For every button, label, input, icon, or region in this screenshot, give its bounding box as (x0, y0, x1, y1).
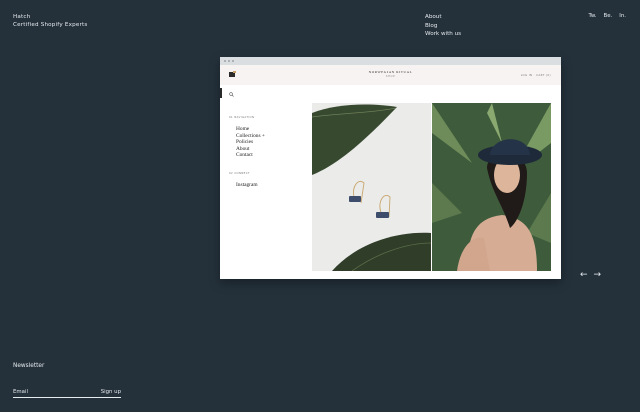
social-links: Tw. Be. In. (589, 13, 627, 19)
social-link-twitter[interactable]: Tw. (589, 13, 597, 19)
sign-up-button[interactable]: Sign up (101, 389, 121, 395)
email-field[interactable] (13, 388, 83, 395)
preview-header: NORWEGIAN RITUAL SHOP LOG IN · CART (0) (220, 65, 561, 85)
preview-menu-contact: Contact (236, 152, 253, 159)
top-nav: About Blog Work with us (425, 13, 461, 39)
model-photo (432, 103, 551, 271)
preview-menu-about: About (236, 145, 250, 152)
nav-item-blog[interactable]: Blog (425, 22, 461, 31)
preview-menu-collections: Collections + (236, 132, 265, 139)
preview-section-navigation-label: 01 NAVIGATION (229, 116, 255, 119)
preview-section-connect-label: 02 CONNECT (229, 172, 250, 175)
newsletter-form: Sign up (13, 386, 121, 398)
preview-menu-home: Home (236, 126, 250, 132)
preview-cart-link: LOG IN · CART (0) (520, 73, 551, 77)
site-preview-window: NORWEGIAN RITUAL SHOP LOG IN · CART (0) … (220, 57, 561, 279)
social-link-behance[interactable]: Be. (604, 13, 613, 19)
preview-site-subtitle: SHOP (385, 75, 396, 78)
carousel-controls: ← → (580, 270, 601, 280)
search-icon (229, 92, 234, 97)
brand-name[interactable]: Hatch (13, 13, 88, 21)
social-link-instagram[interactable]: In. (619, 13, 626, 19)
browser-chrome (220, 57, 561, 65)
product-photo-earrings (312, 103, 431, 271)
arrow-left-icon[interactable]: ← (580, 270, 588, 280)
newsletter-title: Newsletter (13, 363, 45, 369)
preview-left-accent (220, 88, 222, 98)
preview-connect-menu: Instagram (236, 182, 258, 189)
nav-item-about[interactable]: About (425, 13, 461, 22)
preview-menu-instagram: Instagram (236, 182, 258, 188)
nav-item-work-with-us[interactable]: Work with us (425, 30, 461, 39)
preview-menu-policies: Policies (236, 139, 254, 146)
preview-menu: Home Collections + Policies About Contac… (236, 126, 265, 159)
preview-site-title: NORWEGIAN RITUAL (368, 70, 413, 74)
brand-block: Hatch Certified Shopify Experts (13, 13, 88, 29)
arrow-right-icon[interactable]: → (594, 270, 602, 280)
brand-tagline: Certified Shopify Experts (13, 22, 88, 28)
